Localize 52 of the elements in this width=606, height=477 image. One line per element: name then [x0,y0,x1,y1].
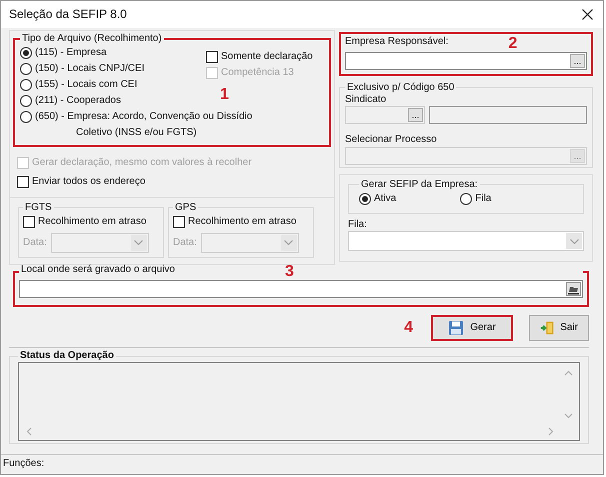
group-title: Exclusivo p/ Código 650 [346,82,456,94]
empresa-field[interactable]: ... [345,52,587,70]
group-title: Gerar SEFIP da Empresa: [360,178,479,191]
scroll-left-icon[interactable] [25,427,34,436]
field-label: Data: [23,236,47,250]
field-label: Data: [173,236,197,250]
field-label: Fila: [348,218,368,232]
checkbox[interactable]: Recolhimento em atraso [23,214,159,230]
annotation-number: 3 [285,264,294,280]
radio-option[interactable]: Fila [460,190,492,207]
processo-field[interactable]: ... [345,146,587,165]
checkbox[interactable]: Recolhimento em atraso [173,214,309,230]
exit-door-icon [540,320,554,336]
scroll-down-icon[interactable] [564,411,573,420]
radio-option[interactable]: (115) - Empresa [20,44,206,61]
sindicato-name-field[interactable] [429,106,587,124]
annotation-number: 2 [508,36,518,52]
folder-icon[interactable] [566,282,581,296]
exit-button[interactable]: Sair [529,315,589,342]
generate-button[interactable]: Gerar [431,315,513,342]
date-dropdown[interactable] [50,232,149,253]
file-path-field[interactable] [19,280,583,298]
chevron-down-icon [134,240,144,246]
field-label: Sindicato [345,94,388,106]
group-title: Local onde será gravado o arquivo [21,264,175,277]
group-title: Status da Operação [19,350,115,362]
lookup-button[interactable]: ... [408,108,423,122]
radio-option[interactable]: (211) - Cooperados [20,92,206,109]
group-title: GPS [174,202,198,214]
checkbox[interactable]: Somente declaração [206,48,313,65]
close-icon[interactable] [582,8,593,20]
chevron-down-icon [284,240,294,246]
field-label: Selecionar Processo [345,134,438,147]
group-title: Tipo de Arquivo (Recolhimento) [21,32,163,45]
group-title: FGTS [24,202,53,214]
radio-option[interactable]: Ativa [359,190,396,207]
annotation-number: 4 [404,320,413,336]
scroll-right-icon[interactable] [546,427,555,436]
date-dropdown[interactable] [200,232,299,253]
lookup-button[interactable]: ... [570,148,585,163]
lookup-button[interactable]: ... [570,54,585,68]
sindicato-code-field[interactable]: ... [345,106,425,124]
field-label: Empresa Responsável: [345,36,448,49]
radio-option[interactable]: (650) - Empresa: Acordo, Convenção ou Dissídio Coletivo (INSS e/ou FGTS) [20,108,320,141]
radio-option[interactable]: (155) - Locais com CEI [20,76,206,93]
chevron-down-icon [570,238,578,244]
status-bar-label: Funções: [3,458,44,471]
radio-option[interactable]: (150) - Locais CNPJ/CEI [20,60,206,77]
checkbox[interactable]: Enviar todos os endereço [17,174,327,190]
window-title: Seleção da SEFIP 8.0 [9,6,127,22]
annotation-number: 1 [220,86,230,103]
fila-dropdown[interactable] [348,231,584,252]
